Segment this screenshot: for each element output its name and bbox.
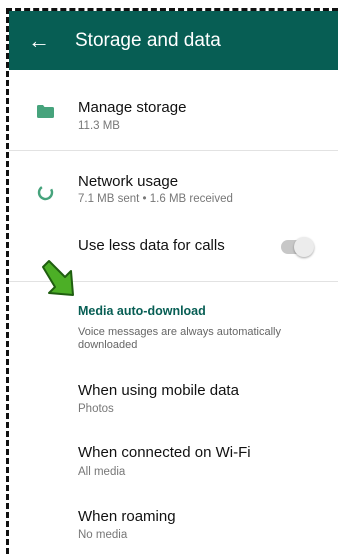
- mobile-data-value: Photos: [78, 403, 114, 415]
- network-usage-item[interactable]: Network usage 7.1 MB sent • 1.6 MB recei…: [9, 151, 338, 221]
- roaming-item[interactable]: When roaming No media: [9, 492, 338, 554]
- phone-screen: ← Storage and data Manage storage 11.3 M…: [6, 8, 338, 554]
- media-auto-download-header: Media auto-download: [78, 304, 206, 318]
- wifi-value: All media: [78, 466, 126, 478]
- back-button[interactable]: ←: [9, 11, 69, 70]
- manage-storage-size: 11.3 MB: [78, 120, 120, 132]
- network-usage-label: Network usage: [78, 173, 179, 190]
- app-bar: ← Storage and data: [9, 11, 338, 70]
- manage-storage-label: Manage storage: [78, 99, 187, 116]
- wifi-item[interactable]: When connected on Wi-Fi All media: [9, 430, 338, 492]
- green-arrow-icon: [42, 260, 74, 296]
- wifi-label: When connected on Wi-Fi: [78, 444, 251, 461]
- folder-icon: [37, 105, 54, 118]
- mobile-data-label: When using mobile data: [78, 382, 239, 399]
- manage-storage-item[interactable]: Manage storage 11.3 MB: [9, 70, 338, 150]
- roaming-label: When roaming: [78, 508, 176, 525]
- less-data-calls-toggle[interactable]: [281, 237, 314, 257]
- mobile-data-item[interactable]: When using mobile data Photos: [9, 368, 338, 430]
- less-data-calls-label: Use less data for calls: [78, 237, 225, 254]
- network-usage-stats: 7.1 MB sent • 1.6 MB received: [78, 193, 233, 205]
- media-auto-download-note: Voice messages are always automatically …: [78, 326, 281, 351]
- arrow-left-icon: ←: [28, 27, 50, 53]
- toggle-knob: [294, 237, 314, 257]
- page-title: Storage and data: [75, 29, 221, 51]
- roaming-value: No media: [78, 529, 128, 541]
- network-usage-icon: [37, 184, 54, 201]
